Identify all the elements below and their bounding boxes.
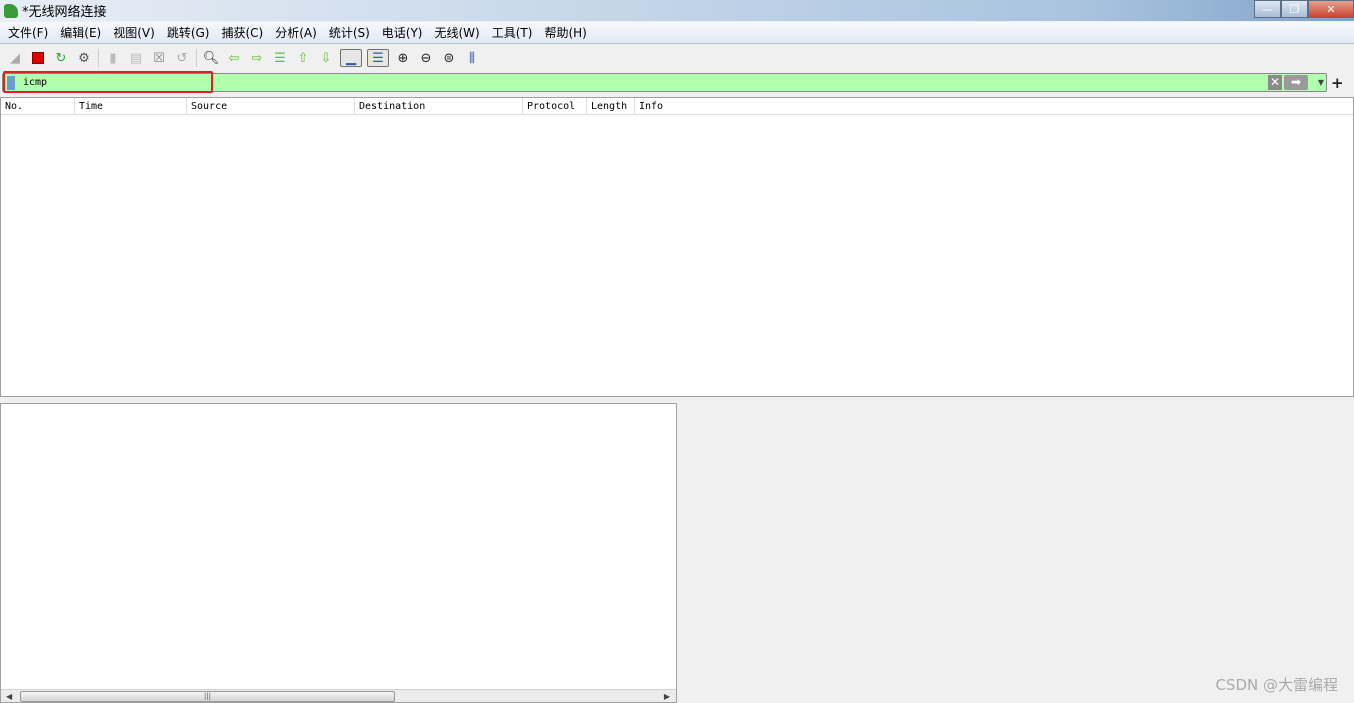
display-filter-input[interactable] [23, 75, 1223, 91]
resize-columns-icon[interactable]: ⫼ [463, 49, 481, 67]
last-packet-icon[interactable]: ⇩ [317, 49, 335, 67]
zoom-normal-icon[interactable]: ⊜ [440, 49, 458, 67]
reload-file-icon[interactable]: ↺ [173, 49, 191, 67]
main-toolbar: ◢ ↻ ⚙ ▮ ▤ ☒ ↺ 🔍︎ ⇦ ⇨ ☰ ⇧ ⇩ ▁ ☰ ⊕ ⊖ ⊜ ⫼ [0, 45, 481, 71]
bookmark-icon[interactable] [7, 76, 15, 90]
display-filter-bar: ✕ ➡ ▼ [2, 73, 1327, 92]
scroll-left-icon[interactable]: ◀ [6, 690, 12, 703]
add-filter-button[interactable]: + [1331, 74, 1344, 92]
go-back-icon[interactable]: ⇦ [225, 49, 243, 67]
scroll-right-icon[interactable]: ▶ [664, 690, 670, 703]
menu-wireless[interactable]: 无线(W) [429, 24, 486, 41]
column-no[interactable]: No. [1, 98, 75, 114]
menu-bar: 文件(F) 编辑(E) 视图(V) 跳转(G) 捕获(C) 分析(A) 统计(S… [0, 22, 1354, 44]
title-bar: *无线网络连接 — ❐ ✕ [0, 0, 1354, 21]
close-file-icon[interactable]: ☒ [150, 49, 168, 67]
apply-filter-icon[interactable]: ➡ [1284, 75, 1308, 90]
menu-analyze[interactable]: 分析(A) [269, 24, 323, 41]
close-button[interactable]: ✕ [1308, 0, 1354, 18]
auto-scroll-icon[interactable]: ▁ [340, 49, 362, 67]
column-time[interactable]: Time [75, 98, 187, 114]
column-length[interactable]: Length [587, 98, 635, 114]
chevron-down-icon[interactable]: ▼ [1318, 75, 1324, 90]
packet-details-pane[interactable]: ◀ ||| ▶ [0, 403, 677, 703]
minimize-button[interactable]: — [1254, 0, 1281, 18]
horizontal-scrollbar[interactable]: ◀ ||| ▶ [1, 689, 676, 702]
window-title: *无线网络连接 [22, 5, 107, 20]
stop-capture-icon[interactable] [29, 49, 47, 67]
save-file-icon[interactable]: ▤ [127, 49, 145, 67]
find-packet-icon[interactable]: 🔍︎ [202, 49, 220, 67]
menu-view[interactable]: 视图(V) [107, 24, 161, 41]
separator [196, 49, 197, 67]
first-packet-icon[interactable]: ⇧ [294, 49, 312, 67]
menu-tools[interactable]: 工具(T) [486, 24, 539, 41]
column-destination[interactable]: Destination [355, 98, 523, 114]
maximize-button[interactable]: ❐ [1281, 0, 1308, 18]
wireshark-icon [4, 3, 18, 18]
menu-capture[interactable]: 捕获(C) [215, 24, 269, 41]
menu-go[interactable]: 跳转(G) [161, 24, 216, 41]
menu-edit[interactable]: 编辑(E) [54, 24, 107, 41]
packet-list-header: No. Time Source Destination Protocol Len… [1, 98, 1353, 115]
start-capture-icon[interactable]: ◢ [6, 49, 24, 67]
packet-list[interactable]: No. Time Source Destination Protocol Len… [0, 97, 1354, 397]
zoom-out-icon[interactable]: ⊖ [417, 49, 435, 67]
go-to-packet-icon[interactable]: ☰ [271, 49, 289, 67]
go-forward-icon[interactable]: ⇨ [248, 49, 266, 67]
zoom-in-icon[interactable]: ⊕ [394, 49, 412, 67]
column-info[interactable]: Info [635, 98, 1353, 114]
menu-help[interactable]: 帮助(H) [538, 24, 592, 41]
separator [98, 49, 99, 67]
scrollbar-thumb[interactable]: ||| [20, 691, 395, 702]
open-file-icon[interactable]: ▮ [104, 49, 122, 67]
restart-capture-icon[interactable]: ↻ [52, 49, 70, 67]
clear-filter-icon[interactable]: ✕ [1268, 75, 1282, 90]
colorize-icon[interactable]: ☰ [367, 49, 389, 67]
menu-file[interactable]: 文件(F) [2, 24, 54, 41]
column-protocol[interactable]: Protocol [523, 98, 587, 114]
menu-telephony[interactable]: 电话(Y) [376, 24, 429, 41]
watermark: CSDN @大雷编程 [1215, 676, 1338, 694]
column-source[interactable]: Source [187, 98, 355, 114]
capture-options-icon[interactable]: ⚙ [75, 49, 93, 67]
menu-statistics[interactable]: 统计(S) [323, 24, 376, 41]
